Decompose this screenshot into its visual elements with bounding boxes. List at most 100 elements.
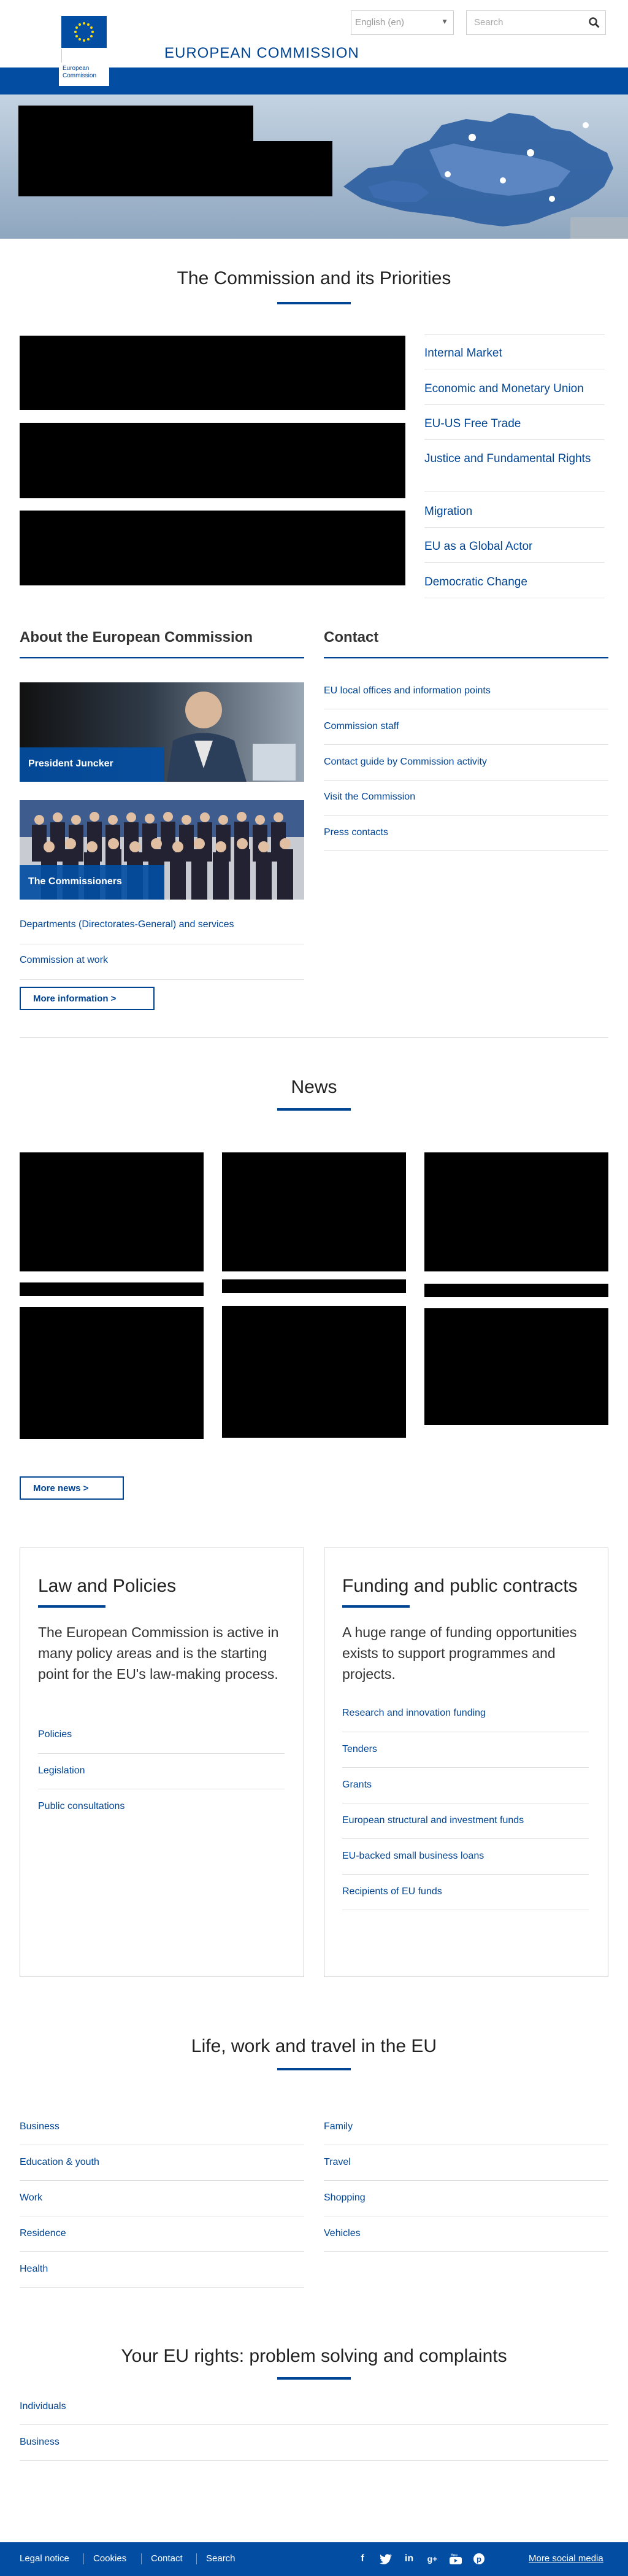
news-image-5[interactable] — [222, 1306, 406, 1438]
google-plus-icon[interactable]: g+ — [426, 2552, 439, 2566]
priority-link-justice[interactable]: Justice and Fundamental Rights — [424, 450, 605, 467]
funding-link-structural[interactable]: European structural and investment funds — [342, 1815, 524, 1826]
eu-flag-icon — [61, 16, 107, 48]
divider — [20, 2460, 608, 2461]
priority-image-1[interactable] — [20, 336, 405, 410]
contact-link-visit[interactable]: Visit the Commission — [324, 792, 415, 803]
news-image-3[interactable] — [424, 1152, 608, 1271]
law-link-policies[interactable]: Policies — [38, 1729, 72, 1740]
priority-link-migration[interactable]: Migration — [424, 503, 605, 520]
commissioners-label: The Commissioners — [28, 876, 122, 887]
more-news-button[interactable]: More news > — [20, 1476, 124, 1500]
divider — [424, 527, 605, 528]
page: English (en) ▼ Search EUROPEAN COMMISSIO… — [0, 0, 628, 2576]
divider — [324, 815, 608, 816]
about-link-commission-at-work[interactable]: Commission at work — [20, 955, 108, 966]
divider — [20, 2424, 608, 2425]
divider — [324, 2251, 608, 2252]
contact-link-local-offices[interactable]: EU local offices and information points — [324, 685, 491, 696]
more-information-button[interactable]: More information > — [20, 987, 155, 1010]
footer-link-legal-notice[interactable]: Legal notice — [20, 2553, 69, 2564]
contact-title: Contact — [324, 629, 379, 646]
about-title-rule — [20, 657, 304, 658]
commissioners-card[interactable]: The Commissioners — [20, 800, 304, 900]
footer-link-contact[interactable]: Contact — [151, 2553, 183, 2564]
hero-text-redacted — [18, 141, 332, 196]
chevron-down-icon: ▼ — [441, 17, 448, 26]
priority-link-global-actor[interactable]: EU as a Global Actor — [424, 538, 605, 555]
youtube-icon[interactable]: You — [449, 2552, 462, 2566]
logo-text: European Commission — [63, 65, 96, 80]
life-link-business[interactable]: Business — [20, 2121, 59, 2132]
priority-link-democratic-change[interactable]: Democratic Change — [424, 574, 605, 590]
linkedin-icon[interactable]: in — [402, 2552, 416, 2566]
rights-link-business[interactable]: Business — [20, 2437, 59, 2448]
pinterest-icon[interactable]: p — [472, 2552, 486, 2566]
ec-logo[interactable]: European Commission — [59, 13, 109, 86]
footer-link-more-social-media[interactable]: More social media — [529, 2553, 603, 2564]
law-link-consultations[interactable]: Public consultations — [38, 1801, 124, 1812]
news-image-1[interactable] — [20, 1152, 204, 1271]
divider — [424, 439, 605, 440]
footer-link-cookies[interactable]: Cookies — [93, 2553, 126, 2564]
news-image-6[interactable] — [424, 1308, 608, 1425]
divider — [141, 2553, 142, 2564]
logo-divider — [61, 49, 107, 63]
news-image-4[interactable] — [20, 1307, 204, 1439]
news-caption-2[interactable] — [222, 1279, 406, 1293]
life-link-vehicles[interactable]: Vehicles — [324, 2228, 361, 2239]
priority-link-emu[interactable]: Economic and Monetary Union — [424, 380, 605, 397]
life-link-work[interactable]: Work — [20, 2192, 42, 2204]
life-link-health[interactable]: Health — [20, 2264, 48, 2275]
priority-link-internal-market[interactable]: Internal Market — [424, 345, 605, 361]
law-description: The European Commission is active in man… — [38, 1624, 279, 1682]
life-link-family[interactable]: Family — [324, 2121, 353, 2132]
title-underline — [277, 1108, 351, 1111]
priority-link-free-trade[interactable]: EU-US Free Trade — [424, 415, 605, 432]
divider — [342, 1838, 589, 1839]
news-caption-1[interactable] — [20, 1282, 204, 1296]
contact-link-press[interactable]: Press contacts — [324, 827, 388, 838]
hero-banner[interactable] — [0, 94, 628, 239]
news-caption-3[interactable] — [424, 1284, 608, 1297]
funding-link-grants[interactable]: Grants — [342, 1780, 372, 1791]
life-link-travel[interactable]: Travel — [324, 2157, 351, 2168]
life-link-shopping[interactable]: Shopping — [324, 2192, 366, 2204]
funding-box — [324, 1548, 608, 1977]
rights-link-individuals[interactable]: Individuals — [20, 2401, 66, 2412]
divider — [324, 850, 608, 851]
divider — [424, 491, 605, 492]
divider — [20, 2287, 304, 2288]
facebook-icon[interactable]: f — [356, 2552, 369, 2566]
svg-text:You: You — [451, 2554, 458, 2558]
rights-title: Your EU rights: problem solving and comp… — [121, 2346, 507, 2366]
contact-title-rule — [324, 657, 608, 658]
priority-image-2[interactable] — [20, 423, 405, 498]
news-image-2[interactable] — [222, 1152, 406, 1271]
funding-link-recipients[interactable]: Recipients of EU funds — [342, 1886, 442, 1897]
divider — [20, 979, 304, 980]
life-title: Life, work and travel in the EU — [191, 2036, 437, 2056]
about-link-departments[interactable]: Departments (Directorates-General) and s… — [20, 919, 234, 930]
life-link-education[interactable]: Education & youth — [20, 2157, 99, 2168]
funding-link-tenders[interactable]: Tenders — [342, 1744, 377, 1755]
divider — [324, 780, 608, 781]
contact-link-guide[interactable]: Contact guide by Commission activity — [324, 757, 487, 768]
search-button[interactable] — [583, 10, 606, 35]
twitter-icon[interactable] — [379, 2552, 392, 2566]
language-selector[interactable]: English (en) ▼ — [351, 10, 454, 35]
contact-link-staff[interactable]: Commission staff — [324, 721, 399, 732]
search-icon — [589, 17, 600, 28]
juncker-card[interactable]: President Juncker — [20, 682, 304, 782]
law-link-legislation[interactable]: Legislation — [38, 1765, 85, 1776]
divider — [342, 1874, 589, 1875]
title-underline — [277, 302, 351, 304]
divider — [83, 2553, 84, 2564]
title-underline — [342, 1605, 410, 1608]
search-placeholder: Search — [474, 17, 504, 28]
life-link-residence[interactable]: Residence — [20, 2228, 66, 2239]
funding-link-loans[interactable]: EU-backed small business loans — [342, 1851, 484, 1862]
footer-link-search[interactable]: Search — [206, 2553, 236, 2564]
funding-link-research[interactable]: Research and innovation funding — [342, 1708, 486, 1719]
priority-image-3[interactable] — [20, 511, 405, 585]
